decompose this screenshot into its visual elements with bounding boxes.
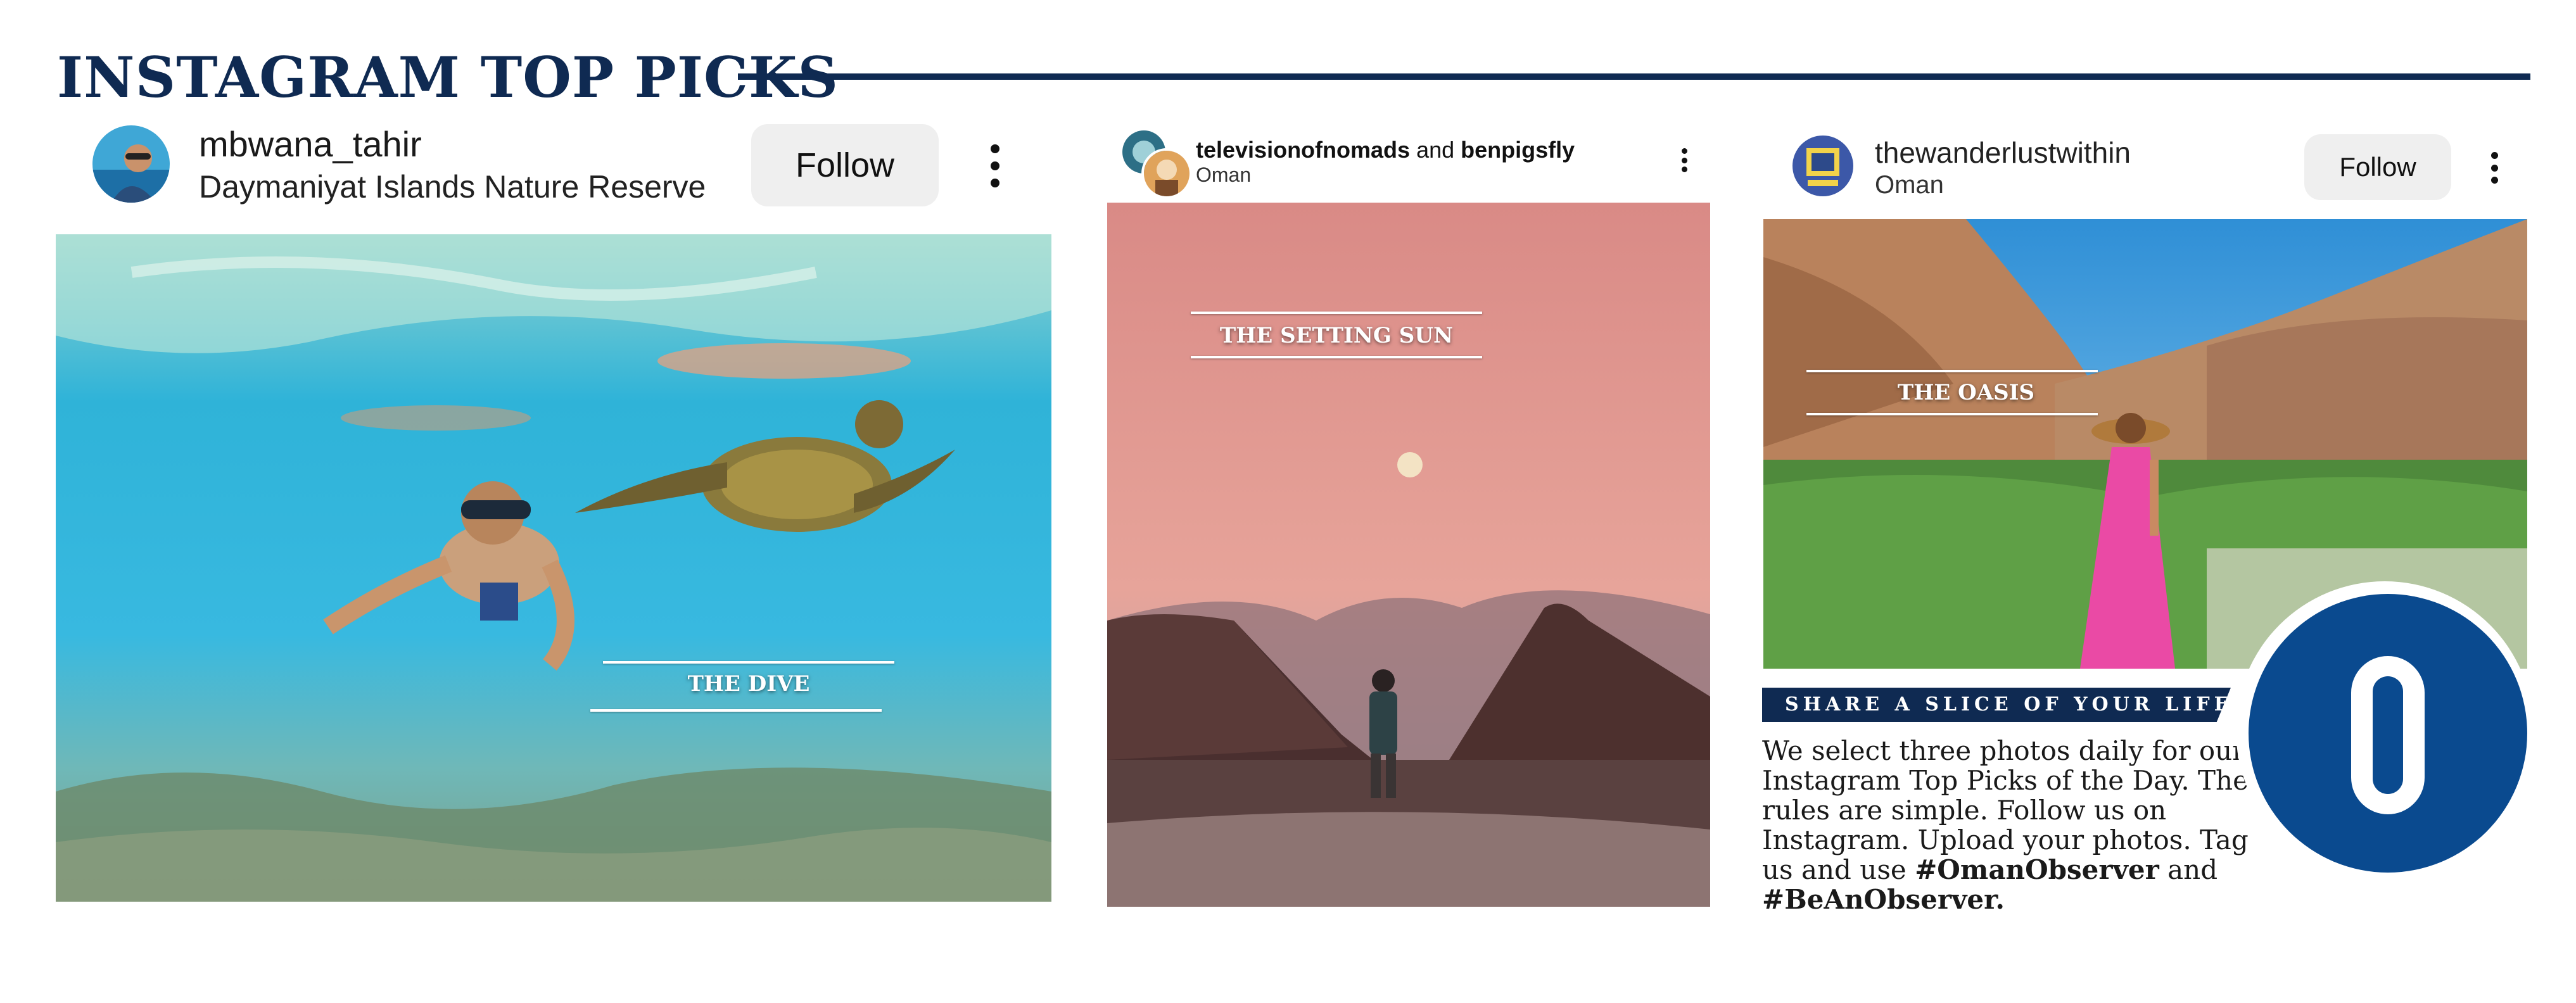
post1-follow-button[interactable]: Follow: [751, 124, 939, 206]
post3-username[interactable]: thewanderlustwithin: [1875, 136, 2131, 170]
post2-caption: THE SETTING SUN: [1219, 323, 1454, 348]
post2-caption-line-bottom: [1191, 356, 1482, 358]
post2-usernames[interactable]: televisionofnomads and benpigsfly: [1196, 137, 1575, 163]
promo-banner: SHARE A SLICE OF YOUR LIFE: [1762, 688, 2231, 722]
snorkeler-avatar-icon[interactable]: [92, 125, 170, 203]
post2-location[interactable]: Oman: [1196, 163, 1251, 187]
post2-joiner: and: [1416, 137, 1455, 163]
post1-caption: THE DIVE: [687, 671, 810, 697]
post3-caption-line-bottom: [1806, 413, 2098, 415]
post1-more-options-icon[interactable]: [990, 144, 1000, 187]
post2-caption-line-top: [1191, 312, 1482, 314]
post1-location[interactable]: Daymaniyat Islands Nature Reserve: [199, 168, 706, 205]
post2-username-1[interactable]: televisionofnomads: [1196, 137, 1410, 163]
post1-caption-line-top: [603, 661, 894, 664]
dual-avatar-icon-secondary[interactable]: [1141, 148, 1192, 199]
frame-avatar-icon[interactable]: [1792, 136, 1853, 196]
oman-observer-logo: O: [2236, 581, 2534, 879]
post3-caption-line-top: [1806, 370, 2098, 372]
hashtag-oman-observer[interactable]: #OmanObserver: [1915, 854, 2159, 885]
post3-more-options-icon[interactable]: [2490, 152, 2498, 184]
post2-username-2[interactable]: benpigsfly: [1461, 137, 1575, 163]
promo-text: We select three photos daily for our Ins…: [1762, 736, 2269, 914]
page-title: INSTAGRAM TOP PICKS: [57, 44, 839, 110]
post3-follow-button[interactable]: Follow: [2304, 134, 2451, 200]
post2-more-options-icon[interactable]: [1681, 148, 1687, 172]
post1-photo-dive: [56, 234, 1051, 902]
post1-caption-line-bottom: [590, 709, 882, 712]
logo-letter: O: [2236, 581, 2237, 582]
post3-location[interactable]: Oman: [1875, 171, 1944, 199]
post1-username[interactable]: mbwana_tahir: [199, 123, 422, 165]
promo-joiner: and: [2167, 854, 2218, 885]
title-divider: [738, 73, 2530, 80]
hashtag-be-an-observer[interactable]: #BeAnObserver.: [1762, 884, 2005, 915]
post2-photo-sunset: [1107, 203, 1710, 907]
post3-caption: THE OASIS: [1897, 380, 2035, 405]
